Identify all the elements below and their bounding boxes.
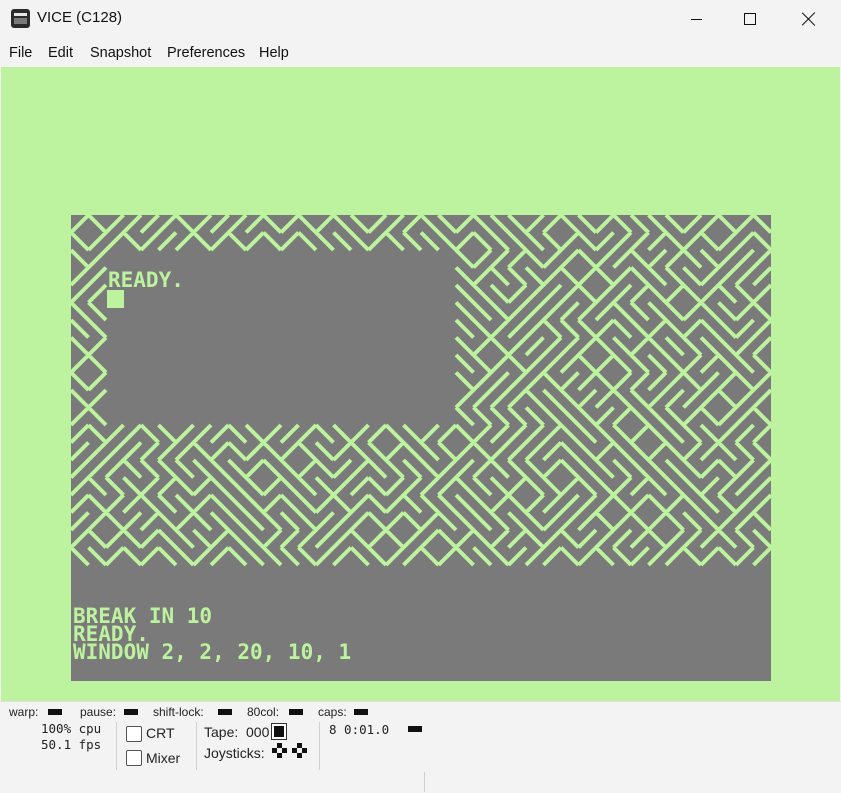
fps-readout: 50.1 fps xyxy=(41,737,102,752)
crt-checkbox[interactable] xyxy=(126,726,142,742)
separator xyxy=(319,722,320,770)
warp-label: warp: xyxy=(9,705,39,719)
close-icon xyxy=(802,12,816,26)
tape-counter: 000 xyxy=(246,724,270,740)
text-cursor xyxy=(107,290,124,308)
mixer-label: Mixer xyxy=(146,750,181,766)
shift-lock-led xyxy=(218,709,232,715)
menu-snapshot[interactable]: Snapshot xyxy=(90,45,151,61)
caps-led xyxy=(354,709,368,715)
mixer-checkbox[interactable] xyxy=(126,750,142,766)
emulator-display-border[interactable]: READY. BREAK IN 10 READY. WINDOW 2, 2, 2… xyxy=(1,67,840,701)
menu-preferences[interactable]: Preferences xyxy=(167,45,245,61)
separator xyxy=(424,772,425,792)
window-title: VICE (C128) xyxy=(37,9,123,26)
drive-status: 8 0:01.0 xyxy=(329,722,390,737)
tape-label: Tape: xyxy=(204,724,239,740)
pause-led[interactable] xyxy=(124,709,138,715)
80col-led xyxy=(289,709,303,715)
separator xyxy=(116,722,117,770)
pause-label: pause: xyxy=(80,705,117,719)
crt-label: CRT xyxy=(146,725,175,741)
menu-file[interactable]: File xyxy=(9,45,32,61)
separator xyxy=(196,722,197,770)
menu-edit[interactable]: Edit xyxy=(48,45,73,61)
shift-lock-label: shift-lock: xyxy=(153,705,204,719)
maximize-icon xyxy=(744,13,756,25)
warp-led[interactable] xyxy=(48,709,62,715)
status-bar: warp: pause: shift-lock: 80col: caps: 10… xyxy=(0,701,841,793)
minimize-button[interactable] xyxy=(673,0,719,38)
minimize-icon xyxy=(690,18,702,20)
maximize-button[interactable] xyxy=(727,0,773,38)
caps-label: caps: xyxy=(318,705,347,719)
ready-prompt: READY. xyxy=(108,268,184,292)
80col-label: 80col: xyxy=(247,705,280,719)
title-bar: VICE (C128) xyxy=(0,0,841,38)
vice-app-icon xyxy=(11,9,30,28)
joysticks-label: Joysticks: xyxy=(204,745,265,761)
output-line-3: WINDOW 2, 2, 20, 10, 1 xyxy=(73,640,352,664)
emulator-screen[interactable]: READY. BREAK IN 10 READY. WINDOW 2, 2, 2… xyxy=(71,215,771,681)
menu-bar: File Edit Snapshot Preferences Help xyxy=(0,40,841,67)
tape-control-button[interactable] xyxy=(271,723,287,740)
menu-help[interactable]: Help xyxy=(259,45,289,61)
cpu-usage: 100% cpu xyxy=(41,721,102,736)
drive-led xyxy=(408,726,422,732)
close-button[interactable] xyxy=(786,0,832,38)
